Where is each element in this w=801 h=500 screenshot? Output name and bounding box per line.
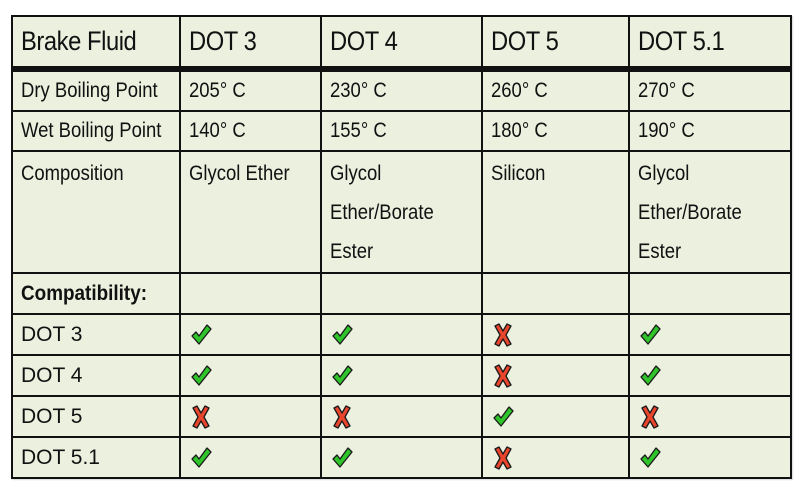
table-cell	[320, 436, 483, 479]
cross-icon	[331, 404, 353, 430]
table-cell	[628, 354, 792, 397]
row-label: Dry Boiling Point	[11, 68, 181, 112]
table-cell: Silicon	[481, 150, 630, 274]
composition-row: Composition Glycol Ether Glycol Ether/Bo…	[11, 150, 792, 274]
check-icon	[639, 363, 661, 389]
check-icon	[190, 322, 212, 348]
compatibility-heading: Compatibility:	[11, 272, 181, 315]
table-cell	[628, 395, 792, 438]
table-cell: 260° C	[481, 68, 630, 112]
table-cell	[481, 313, 630, 356]
table-cell: 140° C	[179, 110, 322, 152]
cross-icon	[639, 404, 661, 430]
table-cell: Glycol Ether/Borate Ester	[628, 150, 792, 274]
row-label: Composition	[11, 150, 181, 274]
table-cell	[628, 436, 792, 479]
table-cell: 155° C	[320, 110, 483, 152]
compat-row-dot51: DOT 5.1	[11, 436, 792, 479]
row-label: DOT 5.1	[11, 436, 181, 479]
cross-icon	[492, 445, 514, 471]
table-cell: Glycol Ether	[179, 150, 322, 274]
row-label: DOT 4	[11, 354, 181, 397]
header-brake-fluid: Brake Fluid	[11, 15, 181, 72]
table-cell	[179, 354, 322, 397]
header-dot3: DOT 3	[179, 15, 322, 72]
check-icon	[331, 363, 353, 389]
compatibility-section-row: Compatibility:	[11, 272, 792, 315]
check-icon	[190, 445, 212, 471]
brake-fluid-table: Brake Fluid DOT 3 DOT 4 DOT 5 DOT 5.1 Dr…	[11, 15, 792, 479]
table-cell	[628, 272, 792, 315]
row-label: DOT 3	[11, 313, 181, 356]
header-dot5: DOT 5	[481, 15, 630, 72]
table-cell: 190° C	[628, 110, 792, 152]
compat-row-dot3: DOT 3	[11, 313, 792, 356]
table-cell	[320, 313, 483, 356]
cross-icon	[492, 322, 514, 348]
table-cell	[628, 313, 792, 356]
table-cell	[179, 313, 322, 356]
check-icon	[639, 322, 661, 348]
table-cell: 270° C	[628, 68, 792, 112]
table-cell	[481, 436, 630, 479]
check-icon	[331, 322, 353, 348]
dry-boiling-point-row: Dry Boiling Point 205° C 230° C 260° C 2…	[11, 68, 792, 112]
table-cell: 180° C	[481, 110, 630, 152]
header-dot4: DOT 4	[320, 15, 483, 72]
row-label: DOT 5	[11, 395, 181, 438]
header-row: Brake Fluid DOT 3 DOT 4 DOT 5 DOT 5.1	[11, 15, 792, 72]
table-cell	[481, 272, 630, 315]
table-cell: Glycol Ether/Borate Ester	[320, 150, 483, 274]
row-label: Wet Boiling Point	[11, 110, 181, 152]
table-cell	[320, 395, 483, 438]
compat-row-dot4: DOT 4	[11, 354, 792, 397]
table-cell	[481, 395, 630, 438]
table-cell: 205° C	[179, 68, 322, 112]
wet-boiling-point-row: Wet Boiling Point 140° C 155° C 180° C 1…	[11, 110, 792, 152]
table-cell: 230° C	[320, 68, 483, 112]
table-cell	[179, 395, 322, 438]
check-icon	[492, 404, 514, 430]
check-icon	[639, 445, 661, 471]
table-cell	[481, 354, 630, 397]
check-icon	[331, 445, 353, 471]
cross-icon	[190, 404, 212, 430]
header-dot51: DOT 5.1	[628, 15, 792, 72]
table-cell	[320, 272, 483, 315]
table-cell	[320, 354, 483, 397]
table-cell	[179, 436, 322, 479]
cross-icon	[492, 363, 514, 389]
check-icon	[190, 363, 212, 389]
table-cell	[179, 272, 322, 315]
compat-row-dot5: DOT 5	[11, 395, 792, 438]
